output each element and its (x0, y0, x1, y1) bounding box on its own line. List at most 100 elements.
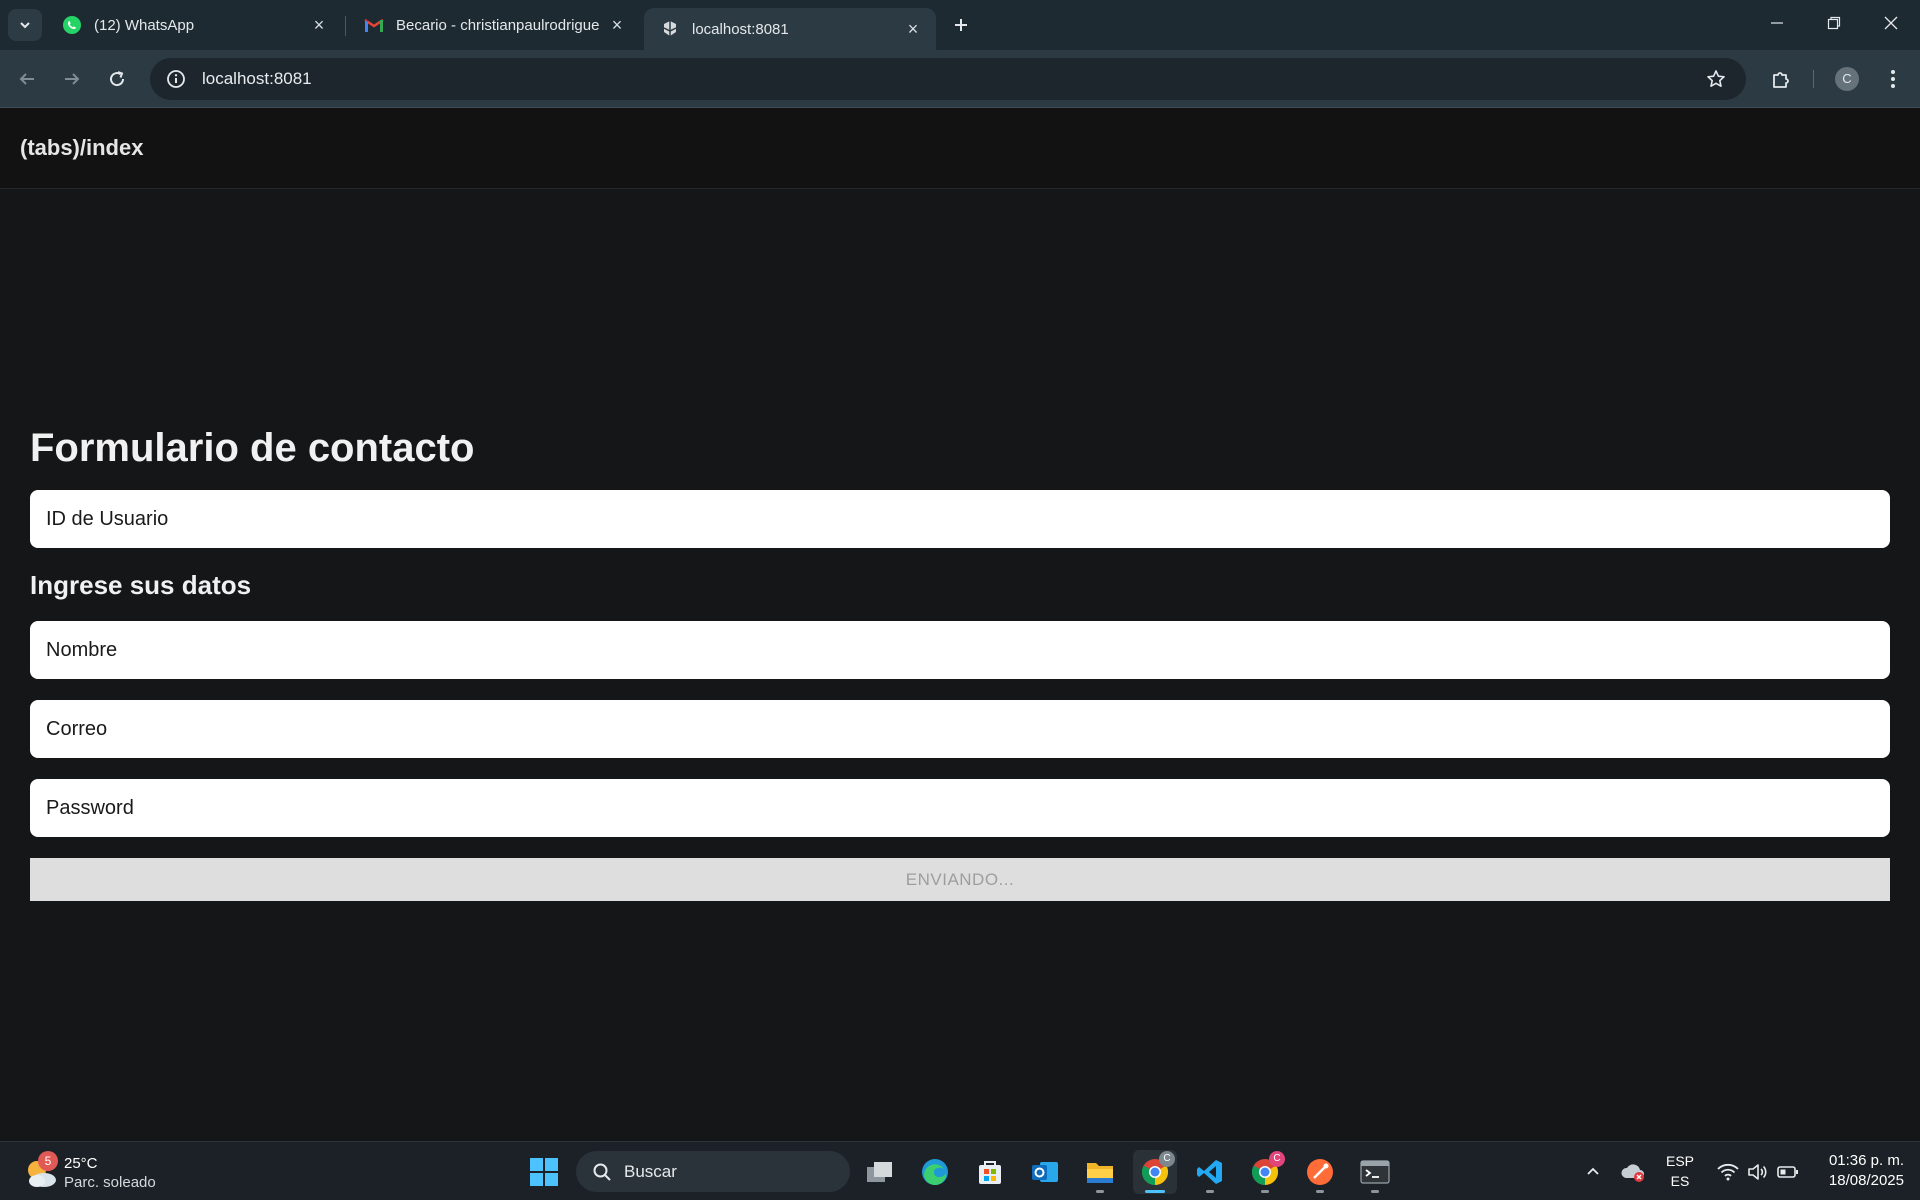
tab-whatsapp[interactable]: (12) WhatsApp × (46, 8, 342, 42)
chevron-up-icon (1587, 1167, 1599, 1175)
search-icon (593, 1163, 611, 1181)
battery-icon (1777, 1166, 1798, 1178)
header-title: (tabs)/index (20, 135, 144, 160)
close-icon (1884, 16, 1898, 30)
user-id-input[interactable] (30, 490, 1890, 548)
whatsapp-icon (62, 15, 82, 35)
email-input[interactable] (30, 700, 1890, 758)
more-vertical-icon (1891, 70, 1895, 88)
store-icon (979, 1161, 1001, 1184)
show-hidden-icons-button[interactable] (1578, 1152, 1608, 1192)
wifi-icon (1717, 1163, 1739, 1181)
notification-badge: 5 (38, 1151, 58, 1171)
outlook-app[interactable] (1023, 1150, 1067, 1194)
clock-time: 01:36 p. m. (1828, 1152, 1904, 1169)
chrome-app[interactable]: C (1133, 1150, 1177, 1194)
back-button[interactable] (10, 62, 44, 96)
password-input[interactable] (30, 779, 1890, 837)
arrow-right-icon (65, 73, 80, 85)
expo-icon (660, 19, 680, 39)
browser-tab-strip: (12) WhatsApp × Becario - christianpaulr… (0, 0, 1920, 50)
volume-icon (1748, 1164, 1767, 1180)
tab-localhost[interactable]: localhost:8081 × (644, 8, 936, 50)
extensions-button[interactable] (1764, 62, 1798, 96)
running-indicator (1206, 1190, 1214, 1193)
language-indicator[interactable]: ESP ES (1660, 1151, 1700, 1191)
tab-title: Becario - christianpaulrodriguez (396, 16, 600, 34)
close-icon[interactable]: × (310, 16, 328, 34)
minimize-button[interactable] (1748, 0, 1806, 46)
search-label: Buscar (624, 1161, 677, 1181)
system-clock[interactable]: 01:36 p. m. 18/08/2025 (1810, 1151, 1904, 1191)
close-icon[interactable]: × (608, 16, 626, 34)
vscode-app[interactable] (1188, 1150, 1232, 1194)
gmail-icon (364, 15, 384, 35)
plus-icon (955, 19, 967, 31)
start-button[interactable] (522, 1150, 566, 1194)
arrow-left-icon (19, 73, 34, 85)
weather-temperature: 25°C (64, 1155, 98, 1172)
edge-app[interactable] (913, 1150, 957, 1194)
volume-status[interactable] (1744, 1152, 1772, 1192)
toolbar-separator (1813, 70, 1814, 88)
language-code: ESP (1665, 1153, 1694, 1169)
cloud-error-icon (1621, 1164, 1644, 1182)
address-bar[interactable]: localhost:8081 (150, 58, 1746, 100)
file-explorer-app[interactable] (1078, 1150, 1122, 1194)
windows-logo-icon (530, 1158, 558, 1186)
puzzle-icon (1773, 72, 1789, 88)
tab-title: localhost:8081 (692, 20, 789, 38)
browser-menu-button[interactable] (1876, 62, 1910, 96)
folder-icon (1087, 1163, 1113, 1183)
outlook-icon (1032, 1162, 1058, 1182)
running-indicator (1371, 1190, 1379, 1193)
profile-badge: C (1269, 1151, 1285, 1167)
running-indicator (1145, 1190, 1165, 1193)
close-window-button[interactable] (1862, 0, 1920, 46)
restore-button[interactable] (1805, 0, 1863, 46)
close-icon[interactable]: × (904, 20, 922, 38)
terminal-icon (1360, 1160, 1390, 1184)
url-text: localhost:8081 (202, 69, 312, 88)
app-header: (tabs)/index (0, 108, 1920, 189)
tab-separator (345, 16, 346, 36)
running-indicator (1096, 1190, 1104, 1193)
site-info-icon[interactable] (156, 59, 196, 99)
clock-date: 18/08/2025 (1828, 1172, 1904, 1189)
postman-icon (1307, 1159, 1333, 1185)
submit-button[interactable]: ENVIANDO... (30, 858, 1890, 901)
terminal-app[interactable] (1353, 1150, 1397, 1194)
task-view-button[interactable] (858, 1150, 902, 1194)
page-content: Formulario de contacto Ingrese sus datos… (0, 190, 1920, 1141)
bookmark-star-icon[interactable] (1696, 59, 1736, 99)
tab-title: (12) WhatsApp (94, 16, 195, 34)
onedrive-status[interactable] (1616, 1152, 1650, 1192)
avatar: C (1835, 67, 1859, 91)
tab-search-button[interactable] (8, 9, 42, 41)
chevron-down-icon (20, 22, 30, 29)
tab-gmail[interactable]: Becario - christianpaulrodriguez × (348, 8, 640, 42)
profile-badge: C (1159, 1151, 1175, 1167)
wifi-status[interactable] (1714, 1152, 1742, 1192)
reload-button[interactable] (100, 62, 134, 96)
taskbar-search[interactable]: Buscar (576, 1151, 850, 1192)
minimize-icon (1771, 22, 1783, 24)
edge-icon (922, 1159, 948, 1186)
name-input[interactable] (30, 621, 1890, 679)
keyboard-layout: ES (1670, 1173, 1690, 1189)
form-title: Formulario de contacto (30, 426, 475, 470)
forward-button[interactable] (55, 62, 89, 96)
new-tab-button[interactable] (946, 10, 976, 40)
taskbar: 5 25°C Parc. soleado Buscar C C ESP ES 0… (0, 1141, 1920, 1200)
running-indicator (1261, 1190, 1269, 1193)
task-view-icon (867, 1162, 892, 1182)
profile-button[interactable]: C (1830, 62, 1864, 96)
weather-widget[interactable]: 5 25°C Parc. soleado (24, 1150, 164, 1194)
store-app[interactable] (968, 1150, 1012, 1194)
vscode-icon (1197, 1160, 1222, 1184)
weather-condition: Parc. soleado (64, 1174, 156, 1191)
battery-status[interactable] (1774, 1152, 1802, 1192)
postman-app[interactable] (1298, 1150, 1342, 1194)
chrome-profile-app[interactable]: C (1243, 1150, 1287, 1194)
restore-icon (1827, 16, 1841, 30)
